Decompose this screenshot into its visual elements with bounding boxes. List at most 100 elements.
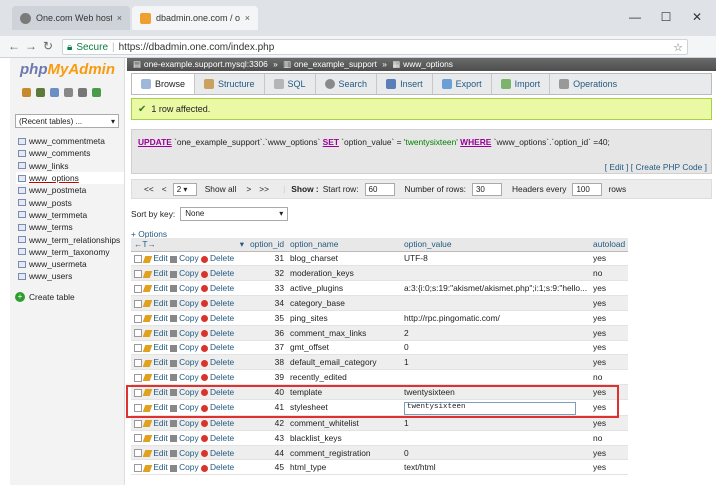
edit-row-link[interactable]: Edit xyxy=(143,462,168,472)
num-rows-input[interactable]: 30 xyxy=(471,182,502,196)
edit-row-link[interactable]: Edit xyxy=(143,283,168,293)
row-checkbox[interactable] xyxy=(134,284,142,293)
row-checkbox[interactable] xyxy=(134,419,142,428)
cell-option-value-wrap[interactable] xyxy=(401,369,591,386)
delete-row-link[interactable]: Delete xyxy=(200,448,234,458)
cell-option-name[interactable]: comment_max_links xyxy=(287,325,401,341)
row-checkbox[interactable] xyxy=(134,464,142,473)
headers-every-input[interactable]: 100 xyxy=(572,182,603,196)
cell-autoload[interactable]: yes xyxy=(590,459,629,476)
copy-row-link[interactable]: Copy xyxy=(170,298,199,308)
row-checkbox[interactable] xyxy=(134,449,142,458)
delete-row-link[interactable]: Delete xyxy=(200,418,234,428)
cell-option-name[interactable]: category_base xyxy=(287,295,401,311)
cell-option-name[interactable]: ping_sites xyxy=(287,310,401,326)
edit-row-link[interactable]: Edit xyxy=(143,298,168,308)
cell-option-name[interactable]: blacklist_keys xyxy=(287,430,401,446)
sidebar-item-www_posts[interactable]: www_posts xyxy=(16,196,124,208)
sql-query-icon[interactable] xyxy=(50,88,59,97)
cell-autoload[interactable]: yes xyxy=(590,354,629,371)
column-arrows-icon[interactable]: ←T→ xyxy=(134,239,156,249)
delete-row-link[interactable]: Delete xyxy=(200,328,234,338)
row-checkbox[interactable] xyxy=(134,329,142,338)
delete-row-link[interactable]: Delete xyxy=(200,268,234,278)
cell-option-value-wrap[interactable] xyxy=(401,295,591,311)
delete-row-link[interactable]: Delete xyxy=(200,313,234,323)
tab-structure[interactable]: Structure xyxy=(195,74,265,94)
row-checkbox[interactable] xyxy=(134,270,142,279)
show-all-button[interactable]: Show all xyxy=(205,184,237,194)
url-text[interactable]: https://dbadmin.one.com/index.php xyxy=(119,42,275,53)
cell-option-name[interactable]: gmt_offset xyxy=(287,340,401,356)
delete-row-link[interactable]: Delete xyxy=(200,462,234,472)
minimize-icon[interactable]: — xyxy=(624,10,646,24)
cell-option-name[interactable]: default_email_category xyxy=(287,354,401,371)
row-checkbox[interactable] xyxy=(134,344,142,353)
maximize-icon[interactable]: ☐ xyxy=(655,10,677,24)
cell-option-value-wrap[interactable] xyxy=(401,265,591,282)
copy-row-link[interactable]: Copy xyxy=(170,372,199,382)
copy-row-link[interactable]: Copy xyxy=(170,462,199,472)
close-window-icon[interactable]: ✕ xyxy=(686,10,708,24)
copy-row-link[interactable]: Copy xyxy=(170,328,199,338)
copy-row-link[interactable]: Copy xyxy=(170,283,199,293)
cell-autoload[interactable]: no xyxy=(590,369,629,386)
home-icon[interactable] xyxy=(22,88,31,97)
cell-autoload[interactable]: yes xyxy=(590,445,629,461)
cell-autoload[interactable]: no xyxy=(590,265,629,282)
prev-page-button[interactable]: < xyxy=(162,184,167,194)
cell-option-name[interactable]: active_plugins xyxy=(287,280,401,297)
last-page-button[interactable]: >> xyxy=(259,184,269,194)
next-page-button[interactable]: > xyxy=(246,184,251,194)
cell-autoload[interactable]: yes xyxy=(590,295,629,311)
reload-icon[interactable]: ↻ xyxy=(43,39,53,53)
first-page-button[interactable]: << xyxy=(144,184,154,194)
sidebar-item-www_comments[interactable]: www_comments xyxy=(16,147,124,159)
reload-nav-icon[interactable] xyxy=(92,88,101,97)
cell-option-name[interactable]: comment_registration xyxy=(287,445,401,461)
cell-option-value-wrap[interactable]: 0 xyxy=(401,445,591,461)
column-header-option-name[interactable]: option_name xyxy=(287,238,401,252)
settings-icon[interactable] xyxy=(78,88,87,97)
copy-row-link[interactable]: Copy xyxy=(170,433,199,443)
row-checkbox[interactable] xyxy=(134,255,142,264)
copy-row-link[interactable]: Copy xyxy=(170,342,199,352)
show-button[interactable]: Show : xyxy=(291,184,318,194)
page-select[interactable]: 2 ▾ xyxy=(172,182,197,196)
sidebar-item-www_term_taxonomy[interactable]: www_term_taxonomy xyxy=(16,246,124,258)
cell-autoload[interactable]: yes xyxy=(590,340,629,356)
edit-row-link[interactable]: Edit xyxy=(143,342,168,352)
recent-tables-select[interactable]: (Recent tables) ... ▾ xyxy=(15,114,119,128)
sidebar-item-www_commentmeta[interactable]: www_commentmeta xyxy=(16,135,124,147)
tab-operations[interactable]: Operations xyxy=(550,74,626,94)
delete-row-link[interactable]: Delete xyxy=(200,298,234,308)
sql-keyword-set[interactable]: SET xyxy=(323,137,339,147)
delete-row-link[interactable]: Delete xyxy=(200,433,234,443)
tab-export[interactable]: Export xyxy=(433,74,492,94)
tab-sql[interactable]: SQL xyxy=(265,74,316,94)
address-bar[interactable]: 🔒︎ Secure | https://dbadmin.one.com/inde… xyxy=(62,39,688,55)
sort-dropdown-icon[interactable]: ▾ xyxy=(240,239,244,249)
sql-keyword-update[interactable]: UPDATE xyxy=(138,137,172,147)
cell-autoload[interactable]: no xyxy=(590,430,629,446)
delete-row-link[interactable]: Delete xyxy=(200,342,234,352)
cell-option-value-wrap[interactable] xyxy=(401,430,591,446)
edit-row-link[interactable]: Edit xyxy=(143,253,168,263)
row-checkbox[interactable] xyxy=(134,359,142,368)
phpmyadmin-logo[interactable]: phpMyAdmin xyxy=(20,61,115,78)
cell-option-name[interactable]: moderation_keys xyxy=(287,265,401,282)
sidebar-item-www_term_relationships[interactable]: www_term_relationships xyxy=(16,233,124,245)
delete-row-link[interactable]: Delete xyxy=(200,253,234,263)
cell-option-name[interactable]: recently_edited xyxy=(287,369,401,386)
sidebar-item-www_options[interactable]: www_options xyxy=(16,171,124,185)
sidebar-item-www_postmeta[interactable]: www_postmeta xyxy=(16,184,124,196)
tab-insert[interactable]: Insert xyxy=(377,74,433,94)
sql-edit-links[interactable]: [ Edit ] [ Create PHP Code ] xyxy=(605,162,707,172)
cell-option-value-wrap[interactable]: 0 xyxy=(401,340,591,356)
cell-autoload[interactable]: yes xyxy=(590,310,629,326)
breadcrumb-server[interactable]: one-example.support.mysql:3306 xyxy=(144,59,268,69)
column-header-option-value[interactable]: option_value xyxy=(401,238,591,252)
copy-row-link[interactable]: Copy xyxy=(170,448,199,458)
column-header-autoload[interactable]: autoload xyxy=(590,238,629,252)
create-table-link[interactable]: + Create table xyxy=(15,292,75,302)
